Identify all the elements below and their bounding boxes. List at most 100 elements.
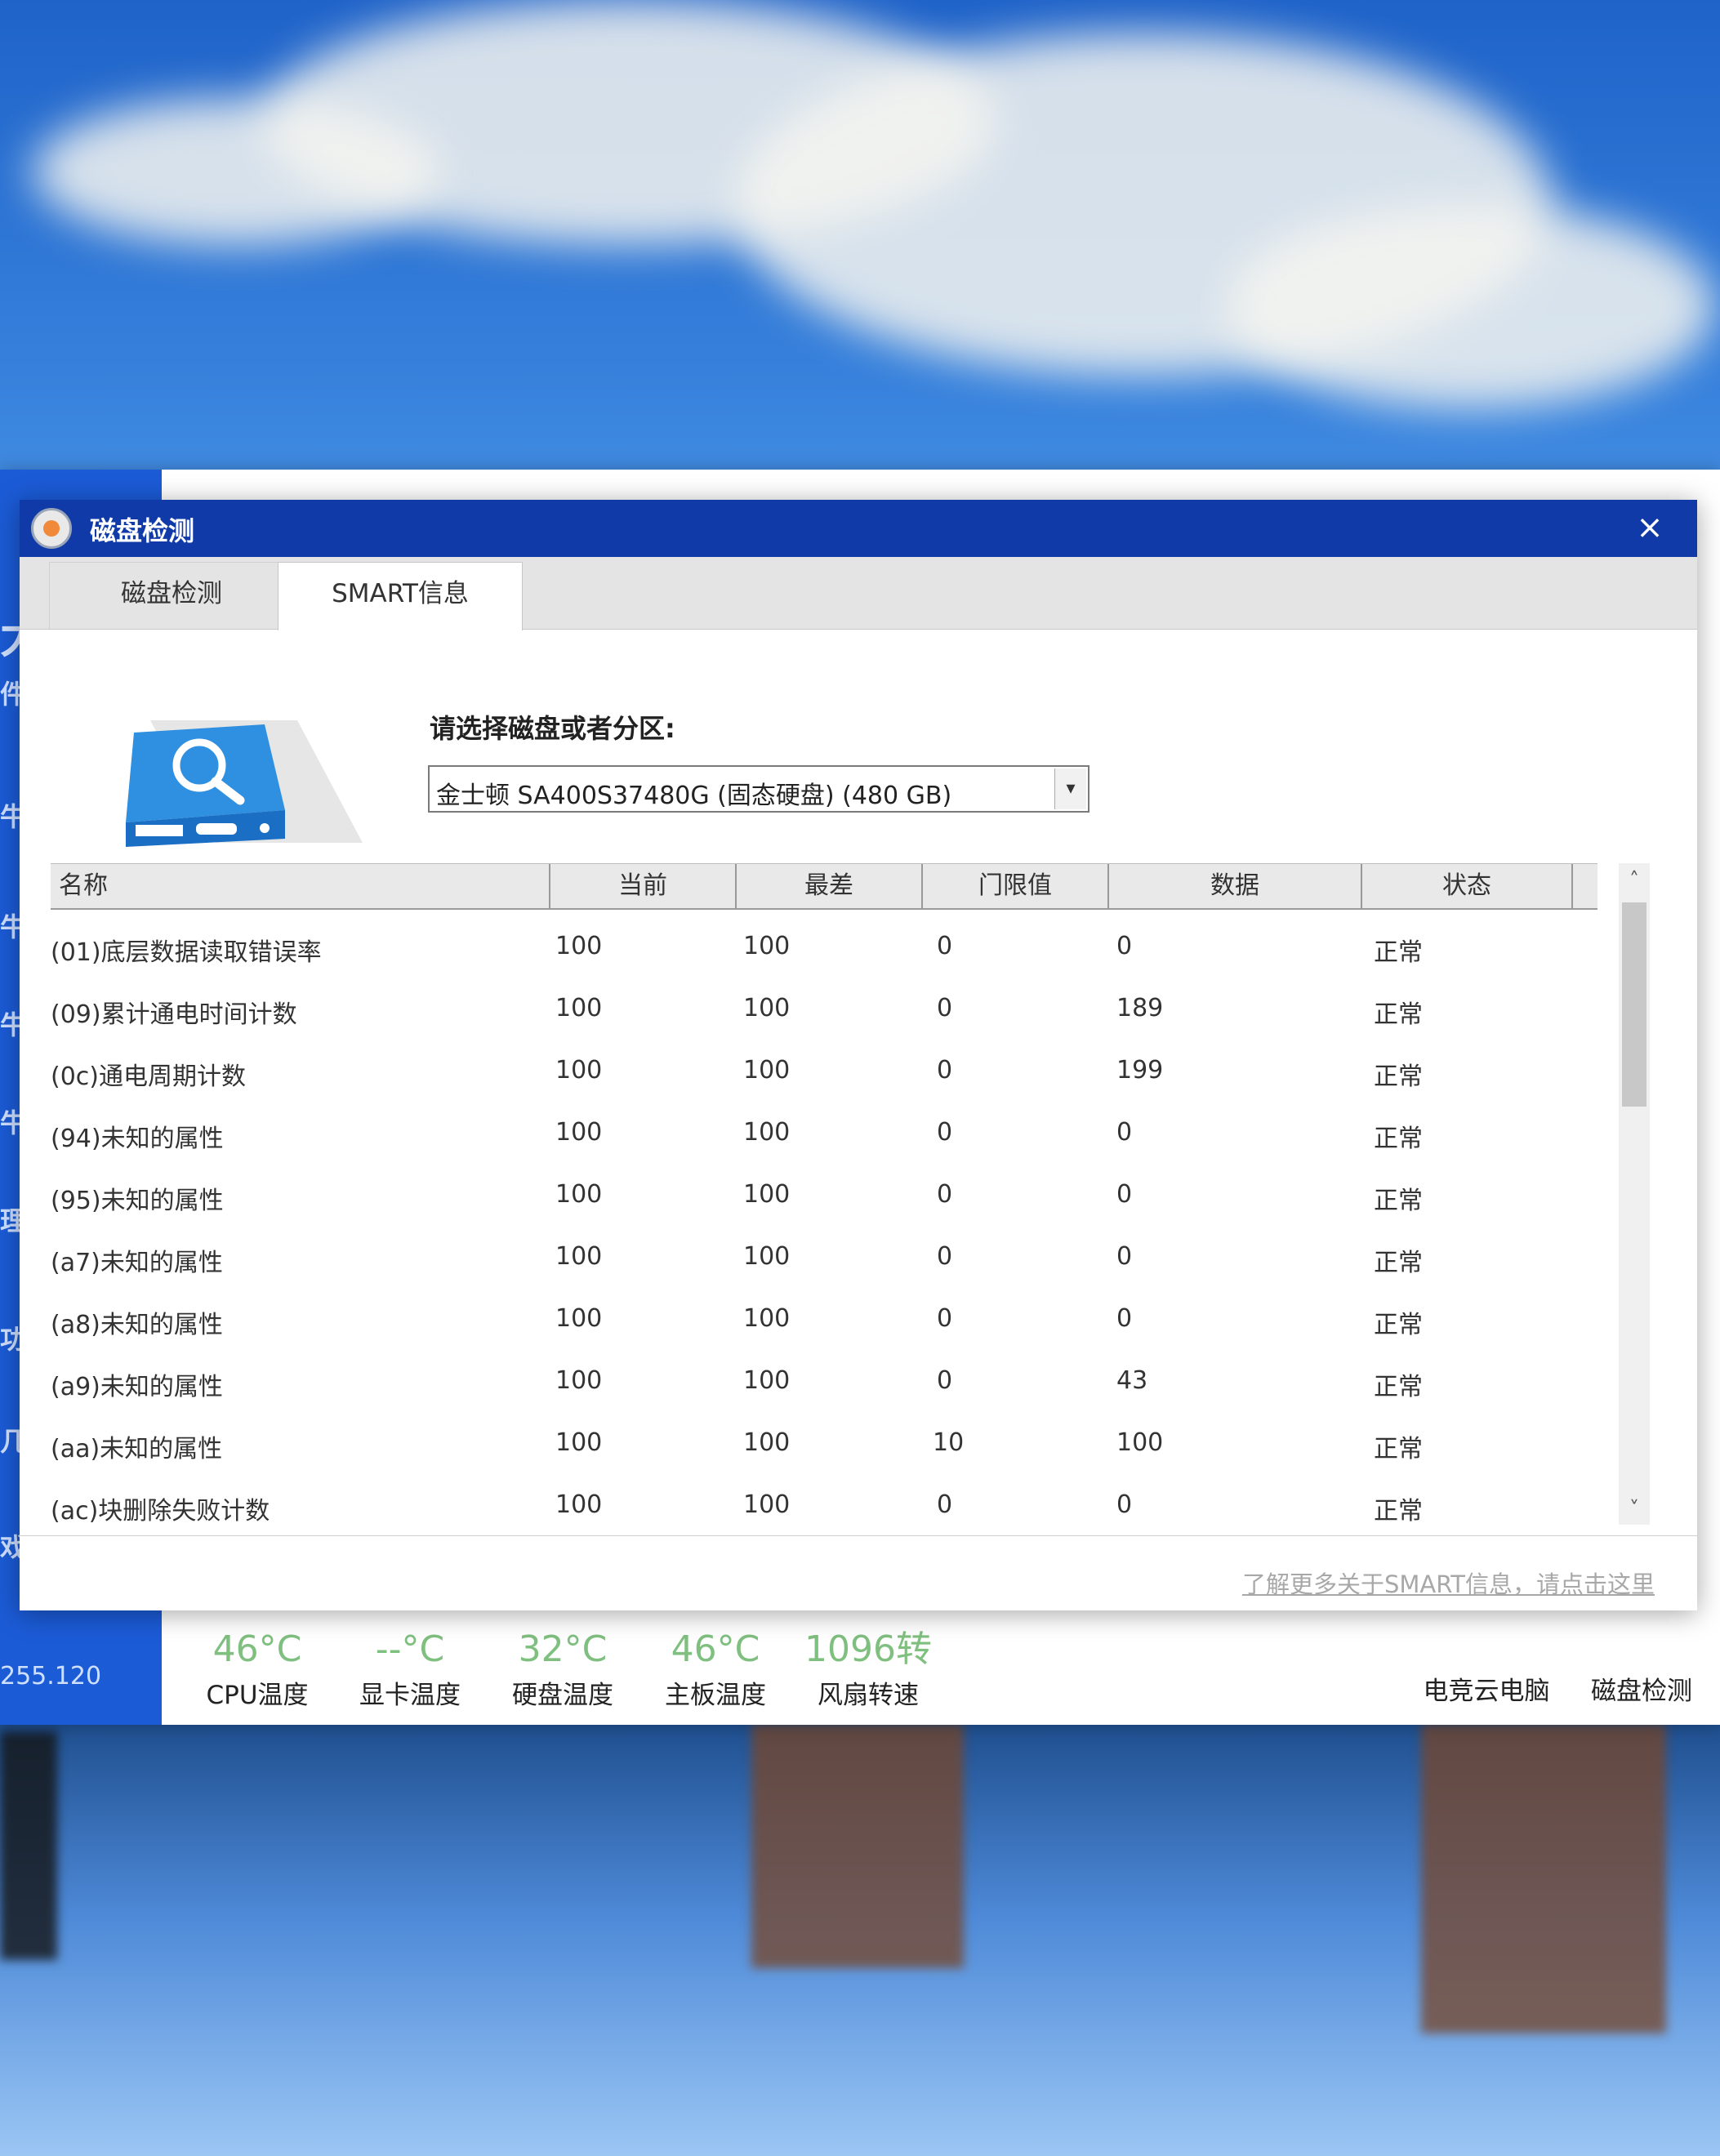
scroll-up-icon[interactable]: ˄ bbox=[1619, 863, 1650, 896]
attr-data: 43 bbox=[1116, 1366, 1148, 1395]
attr-threshold: 0 bbox=[937, 1056, 953, 1085]
attr-threshold: 0 bbox=[937, 932, 953, 960]
attr-name: (94)未知的属性 bbox=[51, 1125, 224, 1153]
attr-data: 199 bbox=[1116, 1056, 1164, 1085]
attr-worst: 100 bbox=[743, 1242, 791, 1271]
stat-value: 32°C bbox=[518, 1628, 608, 1670]
chevron-down-icon[interactable]: ▾ bbox=[1054, 768, 1086, 809]
disk-temp-stat: 32°C 硬盘温度 bbox=[489, 1632, 636, 1711]
attr-status: 正常 bbox=[1374, 1435, 1423, 1463]
attr-current: 100 bbox=[555, 1056, 603, 1085]
attr-threshold: 0 bbox=[937, 1242, 953, 1271]
attr-name: (aa)未知的属性 bbox=[51, 1435, 223, 1463]
gpu-temp-stat: --°C 显卡温度 bbox=[336, 1632, 483, 1711]
smart-info-link[interactable]: 了解更多关于SMART信息，请点击这里 bbox=[1242, 1566, 1655, 1600]
attr-threshold: 10 bbox=[933, 1428, 965, 1457]
fan-speed-stat: 1096转 风扇转速 bbox=[795, 1632, 942, 1711]
scroll-down-icon[interactable]: ˅ bbox=[1619, 1492, 1650, 1525]
cloud bbox=[1225, 204, 1715, 408]
disk-check-dialog: 磁盘检测 × 磁盘检测 SMART信息 请选择磁盘或者分区: 金士顿 SA400… bbox=[20, 500, 1697, 1610]
attr-name: (0c)通电周期计数 bbox=[51, 1062, 246, 1091]
attr-worst: 100 bbox=[743, 1490, 791, 1519]
attr-worst: 100 bbox=[743, 1304, 791, 1333]
attr-status: 正常 bbox=[1374, 1249, 1423, 1277]
attr-data: 0 bbox=[1116, 932, 1133, 960]
attr-current: 100 bbox=[555, 1428, 603, 1457]
attr-data: 0 bbox=[1116, 1118, 1133, 1147]
attr-current: 100 bbox=[555, 932, 603, 960]
reflection bbox=[751, 1723, 964, 1968]
ip-address-text: 255.120 bbox=[0, 1662, 102, 1690]
title-bar[interactable]: 磁盘检测 × bbox=[20, 500, 1697, 557]
attr-current: 100 bbox=[555, 1180, 603, 1209]
attr-status: 正常 bbox=[1374, 1187, 1423, 1215]
stat-label: 显卡温度 bbox=[359, 1681, 461, 1710]
attr-status: 正常 bbox=[1374, 1125, 1423, 1153]
attr-threshold: 0 bbox=[937, 1490, 953, 1519]
quick-item-label: 电竞云电脑 bbox=[1423, 1677, 1550, 1706]
attr-worst: 100 bbox=[743, 1118, 791, 1147]
table-row[interactable]: (09)累计通电时间计数 100 100 0 189 正常 bbox=[51, 979, 1594, 1041]
stat-label: 风扇转速 bbox=[818, 1681, 919, 1710]
attr-status: 正常 bbox=[1374, 938, 1423, 967]
scrollbar-thumb[interactable] bbox=[1622, 902, 1646, 1107]
attr-data: 0 bbox=[1116, 1180, 1133, 1209]
close-button[interactable]: × bbox=[1627, 505, 1673, 550]
attr-threshold: 0 bbox=[937, 1118, 953, 1147]
attr-name: (95)未知的属性 bbox=[51, 1187, 224, 1215]
table-row[interactable]: (a7)未知的属性 100 100 0 0 正常 bbox=[51, 1227, 1594, 1290]
attr-current: 100 bbox=[555, 1366, 603, 1395]
column-header-data[interactable]: 数据 bbox=[1109, 864, 1362, 908]
table-row[interactable]: (ac)块删除失败计数 100 100 0 0 正常 bbox=[51, 1476, 1594, 1538]
attr-threshold: 0 bbox=[937, 1366, 953, 1395]
stat-value: 46°C bbox=[671, 1628, 760, 1670]
column-header-name[interactable]: 名称 bbox=[51, 864, 550, 908]
attr-current: 100 bbox=[555, 1304, 603, 1333]
dialog-title: 磁盘检测 bbox=[90, 515, 195, 546]
table-row[interactable]: (aa)未知的属性 100 100 10 100 正常 bbox=[51, 1414, 1594, 1476]
attr-current: 100 bbox=[555, 1118, 603, 1147]
table-row[interactable]: (a8)未知的属性 100 100 0 0 正常 bbox=[51, 1290, 1594, 1352]
attr-name: (ac)块删除失败计数 bbox=[51, 1497, 270, 1526]
table-row[interactable]: (0c)通电周期计数 100 100 0 199 正常 bbox=[51, 1041, 1594, 1103]
lake-background bbox=[0, 1723, 1720, 2156]
selected-disk-value: 金士顿 SA400S37480G (固态硬盘) (480 GB) bbox=[436, 782, 952, 810]
attr-name: (a8)未知的属性 bbox=[51, 1311, 223, 1339]
attr-worst: 100 bbox=[743, 1366, 791, 1395]
cloud-pc-button[interactable]: 电竞云电脑 bbox=[1409, 1670, 1564, 1707]
attr-name: (01)底层数据读取错误率 bbox=[51, 938, 322, 967]
column-header-worst[interactable]: 最差 bbox=[737, 864, 923, 908]
attr-status: 正常 bbox=[1374, 1062, 1423, 1091]
attr-current: 100 bbox=[555, 1242, 603, 1271]
table-header: 名称 当前 最差 门限值 数据 状态 bbox=[51, 863, 1597, 910]
table-row[interactable]: (01)底层数据读取错误率 100 100 0 0 正常 bbox=[51, 917, 1594, 979]
attr-name: (a7)未知的属性 bbox=[51, 1249, 223, 1277]
smart-table: 名称 当前 最差 门限值 数据 状态 (01)底层数据读取错误率 100 100… bbox=[51, 863, 1650, 1526]
stat-label: 主板温度 bbox=[665, 1681, 766, 1710]
tab-smart-info[interactable]: SMART信息 bbox=[278, 562, 523, 630]
attr-threshold: 0 bbox=[937, 1304, 953, 1333]
disk-check-button[interactable]: 磁盘检测 bbox=[1564, 1670, 1719, 1707]
stat-label: 硬盘温度 bbox=[512, 1681, 613, 1710]
column-header-status[interactable]: 状态 bbox=[1362, 864, 1573, 908]
table-row[interactable]: (a9)未知的属性 100 100 0 43 正常 bbox=[51, 1352, 1594, 1414]
board-temp-stat: 46°C 主板温度 bbox=[642, 1632, 789, 1711]
table-row[interactable]: (95)未知的属性 100 100 0 0 正常 bbox=[51, 1165, 1594, 1227]
table-row[interactable]: (94)未知的属性 100 100 0 0 正常 bbox=[51, 1103, 1594, 1165]
attr-threshold: 0 bbox=[937, 1180, 953, 1209]
column-header-current[interactable]: 当前 bbox=[550, 864, 737, 908]
attr-worst: 100 bbox=[743, 1180, 791, 1209]
column-header-threshold[interactable]: 门限值 bbox=[923, 864, 1109, 908]
attr-data: 189 bbox=[1116, 994, 1164, 1022]
attr-current: 100 bbox=[555, 994, 603, 1022]
attr-data: 0 bbox=[1116, 1304, 1133, 1333]
vertical-scrollbar[interactable]: ˄ ˅ bbox=[1619, 863, 1650, 1525]
attr-threshold: 0 bbox=[937, 994, 953, 1022]
cpu-temp-stat: 46°C CPU温度 bbox=[184, 1632, 331, 1711]
disk-select-dropdown[interactable]: 金士顿 SA400S37480G (固态硬盘) (480 GB) ▾ bbox=[428, 765, 1089, 813]
tab-disk-check[interactable]: 磁盘检测 bbox=[49, 562, 294, 629]
attr-name: (a9)未知的属性 bbox=[51, 1373, 223, 1401]
attr-status: 正常 bbox=[1374, 1311, 1423, 1339]
cloud bbox=[33, 98, 441, 245]
attr-status: 正常 bbox=[1374, 1000, 1423, 1029]
